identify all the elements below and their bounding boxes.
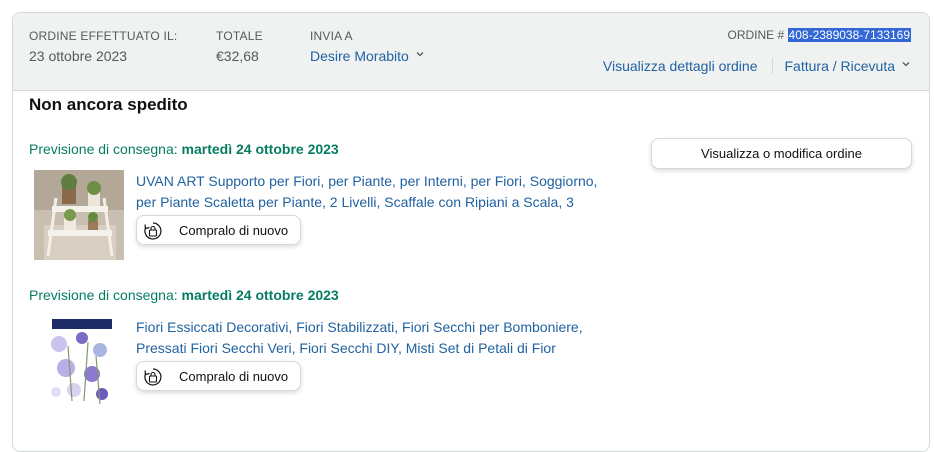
order-total-value: €32,68 xyxy=(216,48,259,64)
order-total-label: TOTALE xyxy=(216,29,263,43)
view-edit-order-button[interactable]: Visualizza o modifica ordine xyxy=(651,138,912,169)
plant-stand-image xyxy=(34,170,124,260)
delivery-prefix: Previsione di consegna: xyxy=(29,141,178,157)
buy-again-icon xyxy=(144,368,162,386)
product-image-plant-stand[interactable] xyxy=(34,170,124,260)
ship-to-label: INVIA A xyxy=(310,29,353,43)
buy-again-button[interactable]: Compralo di nuovo xyxy=(136,215,301,245)
invoice-link-label: Fattura / Ricevuta xyxy=(784,58,896,74)
ship-to-name: Desire Morabito xyxy=(310,48,409,64)
chevron-down-icon xyxy=(416,52,424,57)
order-header: ORDINE EFFETTUATO IL: 23 ottobre 2023 TO… xyxy=(13,13,929,91)
order-header-links: Visualizza dettagli ordine Fattura / Rice… xyxy=(603,57,911,75)
shipment-status-title: Non ancora spedito xyxy=(29,95,188,114)
order-number: ORDINE # 408-2389038-7133169 xyxy=(728,27,911,43)
order-number-label: ORDINE # xyxy=(727,28,785,42)
order-placed: ORDINE EFFETTUATO IL: 23 ottobre 2023 xyxy=(29,29,177,65)
delivery-date: martedì 24 ottobre 2023 xyxy=(181,287,339,303)
product-title-link[interactable]: UVAN ART Supporto per Fiori, per Piante,… xyxy=(136,171,616,213)
order-placed-date: 23 ottobre 2023 xyxy=(29,48,128,64)
buy-again-icon xyxy=(144,222,162,240)
delivery-date: martedì 24 ottobre 2023 xyxy=(181,141,339,157)
delivery-estimate: Previsione di consegna: martedì 24 ottob… xyxy=(29,141,339,157)
buy-again-label: Compralo di nuovo xyxy=(179,223,289,238)
invoice-dropdown[interactable]: Fattura / Ricevuta xyxy=(785,58,912,74)
link-divider xyxy=(771,58,773,74)
dried-flowers-image xyxy=(34,316,124,406)
order-total: TOTALE €32,68 xyxy=(216,29,263,65)
product-title-link[interactable]: Fiori Essiccati Decorativi, Fiori Stabil… xyxy=(136,317,616,359)
buy-again-label: Compralo di nuovo xyxy=(179,369,289,384)
order-number-value[interactable]: 408-2389038-7133169 xyxy=(787,28,911,42)
product-image-dried-flowers[interactable] xyxy=(34,316,124,406)
buy-again-button[interactable]: Compralo di nuovo xyxy=(136,361,301,391)
chevron-down-icon xyxy=(902,62,910,67)
view-order-details-link[interactable]: Visualizza dettagli ordine xyxy=(603,58,758,74)
ship-to-dropdown[interactable]: Desire Morabito xyxy=(310,47,425,65)
order-placed-label: ORDINE EFFETTUATO IL: xyxy=(29,29,178,43)
order-card: ORDINE EFFETTUATO IL: 23 ottobre 2023 TO… xyxy=(12,12,930,452)
ship-to: INVIA A Desire Morabito xyxy=(310,29,425,65)
delivery-prefix: Previsione di consegna: xyxy=(29,287,178,303)
delivery-estimate: Previsione di consegna: martedì 24 ottob… xyxy=(29,287,339,303)
